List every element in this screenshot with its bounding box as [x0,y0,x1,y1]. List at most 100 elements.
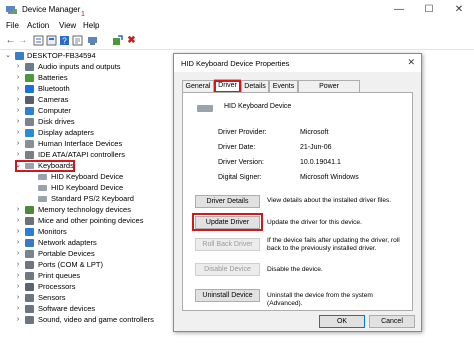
update-driver-icon[interactable] [112,35,123,46]
portable-icon [25,250,34,258]
menu-file[interactable]: File [6,21,19,30]
chevron-right-icon[interactable]: › [15,315,21,325]
tree-item-label: HID Keyboard Device [51,172,124,181]
roll-back-driver-button[interactable]: Roll Back Driver [195,238,260,251]
window-title: Device Manager [22,5,81,14]
maximize-button[interactable]: ☐ [414,0,444,20]
update-driver-description: Update the driver for this device. [267,219,362,226]
uninstall-x-icon[interactable]: ✖ [126,35,137,46]
uninstall-device-description: Uninstall the device from the system (Ad… [267,292,373,307]
tree-item-label: Monitors [38,227,67,236]
disable-device-button[interactable]: Disable Device [195,263,260,276]
driver-version-value: 10.0.19041.1 [300,159,341,166]
chevron-right-icon[interactable]: › [15,150,21,160]
keyboard-icon [38,185,47,191]
help-icon[interactable]: ? [59,35,70,46]
chevron-right-icon[interactable]: › [15,62,21,72]
ok-button[interactable]: OK [319,315,365,328]
mouse-icon [25,217,34,225]
tree-item-label: Software devices [38,304,96,313]
chevron-right-icon[interactable]: › [15,95,21,105]
tab-details[interactable]: Details [241,80,269,92]
digital-signer-value: Microsoft Windows [300,174,359,181]
driver-details-description: View details about the installed driver … [267,197,392,204]
disable-device-description: Disable the device. [267,266,323,273]
properties-icon[interactable] [72,35,83,46]
hid-icon [25,140,34,148]
driver-details-button[interactable]: Driver Details [195,195,260,208]
chevron-right-icon[interactable]: › [15,84,21,94]
chevron-right-icon[interactable]: › [15,117,21,127]
back-arrow-icon[interactable]: ← [5,35,16,46]
chevron-right-icon[interactable]: › [15,216,21,226]
tree-item-label: Memory technology devices [38,205,131,214]
menu-action[interactable]: Action [27,21,49,30]
computer-scan-icon[interactable] [87,35,98,46]
tree-item-label: Bluetooth [38,84,70,93]
step-marker: 1 [81,11,85,18]
audio-icon [25,63,34,71]
menu-help[interactable]: Help [83,21,99,30]
minimize-button[interactable]: — [384,0,414,20]
tree-item-label: IDE ATA/ATAPI controllers [38,150,125,159]
chevron-right-icon[interactable]: › [15,106,21,116]
chevron-right-icon[interactable]: › [15,227,21,237]
monitor-icon [25,228,34,236]
tree-item-label: Print queues [38,271,81,280]
tab-power-management[interactable]: Power Management [298,80,360,102]
chevron-right-icon[interactable]: › [15,304,21,314]
tab-events[interactable]: Events [269,80,298,92]
dialog-close-icon[interactable]: ✕ [407,57,415,68]
port-icon [25,261,34,269]
menu-bar: File Action View Help [0,20,474,33]
sound-icon [25,316,34,324]
device-name: HID Keyboard Device [224,103,292,110]
tree-item-label: Standard PS/2 Keyboard [51,194,134,203]
driver-panel: HID Keyboard Device Driver Provider: Mic… [182,92,413,311]
tree-item-label: Network adapters [38,238,97,247]
dialog-title-bar: HID Keyboard Device Properties ✕ [174,54,421,72]
driver-version-label: Driver Version: [218,159,264,166]
keyboard-icon [197,105,213,112]
tree-item-label: Processors [38,282,76,291]
list-view-icon[interactable] [46,35,57,46]
title-bar: Device Manager — ☐ ✕ [0,0,474,20]
bluetooth-icon [25,85,34,93]
tree-item-label: HID Keyboard Device [51,183,124,192]
tree-view-icon[interactable] [33,35,44,46]
sensor-icon [25,294,34,302]
chevron-right-icon[interactable]: › [15,73,21,83]
chevron-right-icon[interactable]: › [15,293,21,303]
cancel-button[interactable]: Cancel [369,315,415,328]
tree-item-label: Display adapters [38,128,94,137]
keyboards-highlight-box [15,160,75,172]
chevron-right-icon[interactable]: › [15,282,21,292]
properties-dialog: HID Keyboard Device Properties ✕ General… [173,53,422,332]
tree-item-label: Ports (COM & LPT) [38,260,104,269]
tree-item-label: Batteries [38,73,68,82]
forward-arrow-icon[interactable]: → [17,35,28,46]
tab-general[interactable]: General [182,80,214,92]
driver-provider-label: Driver Provider: [218,129,267,136]
tree-root-label: DESKTOP-FB34594 [27,51,96,60]
chevron-right-icon[interactable]: › [15,260,21,270]
chevron-right-icon[interactable]: › [15,238,21,248]
roll-back-driver-description: If the device fails after updating the d… [267,237,400,252]
chevron-right-icon[interactable]: › [15,205,21,215]
uninstall-device-button[interactable]: Uninstall Device [195,289,260,302]
dialog-title: HID Keyboard Device Properties [181,59,290,68]
driver-provider-value: Microsoft [300,129,329,136]
tree-item-label: Mice and other pointing devices [38,216,144,225]
driver-date-value: 21-Jun-06 [300,144,332,151]
keyboard-icon [38,174,47,180]
computer-icon [15,52,24,60]
chevron-down-icon[interactable]: ⌄ [5,51,11,61]
chevron-right-icon[interactable]: › [15,249,21,259]
chevron-right-icon[interactable]: › [15,128,21,138]
close-button[interactable]: ✕ [444,0,474,20]
tree-item-label: Audio inputs and outputs [38,62,121,71]
menu-view[interactable]: View [59,21,76,30]
toolbar: ← → ? ✖ [0,33,474,50]
chevron-right-icon[interactable]: › [15,139,21,149]
chevron-right-icon[interactable]: › [15,271,21,281]
